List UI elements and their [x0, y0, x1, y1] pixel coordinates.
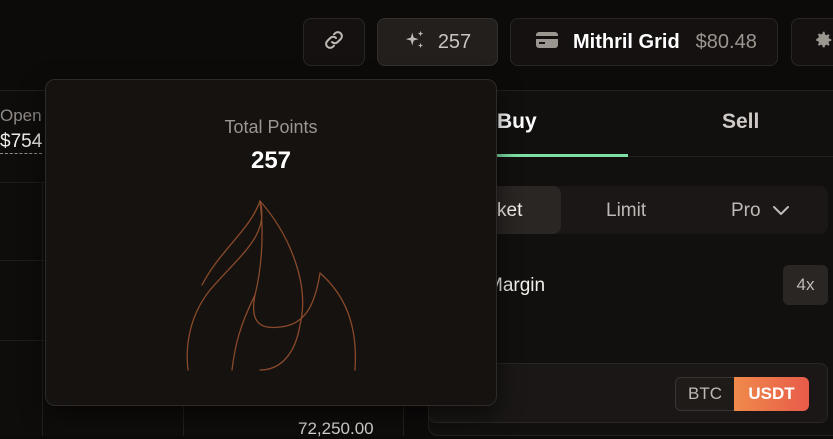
- price-label: 72,250.00: [298, 419, 374, 438]
- sparkle-icon: [404, 29, 426, 56]
- settings-button[interactable]: [791, 18, 833, 66]
- open-label: Open: [0, 106, 42, 125]
- currency-usdt-toggle[interactable]: USDT: [734, 377, 809, 411]
- order-type-pro[interactable]: Pro: [731, 200, 761, 222]
- grid-line: [42, 182, 43, 436]
- popover-points-value: 257: [250, 147, 292, 174]
- copy-link-button[interactable]: [303, 18, 365, 66]
- grid-line: [0, 260, 45, 261]
- wallet-name: Mithril Grid: [573, 30, 680, 53]
- tab-sell[interactable]: Sell: [722, 110, 759, 134]
- grid-line: [0, 340, 45, 341]
- points-value: 257: [437, 30, 472, 53]
- popover-title: Total Points: [224, 117, 318, 137]
- link-icon: [322, 28, 346, 57]
- wallet-balance: $80.48: [695, 30, 757, 53]
- gear-icon: [812, 29, 833, 56]
- wallet-icon: [535, 30, 559, 55]
- wallet-button[interactable]: Mithril Grid $80.48: [510, 18, 778, 66]
- tab-buy[interactable]: Buy: [497, 110, 537, 134]
- currency-btc-toggle[interactable]: BTC: [675, 377, 735, 411]
- open-value: $754: [0, 131, 43, 154]
- order-type-market-label[interactable]: ket: [497, 200, 522, 222]
- points-button[interactable]: 257: [377, 18, 498, 66]
- leverage-button[interactable]: 4x: [783, 265, 828, 305]
- order-type-limit[interactable]: Limit: [606, 200, 646, 222]
- chevron-down-icon[interactable]: [772, 203, 790, 222]
- flame-icon: [180, 195, 360, 380]
